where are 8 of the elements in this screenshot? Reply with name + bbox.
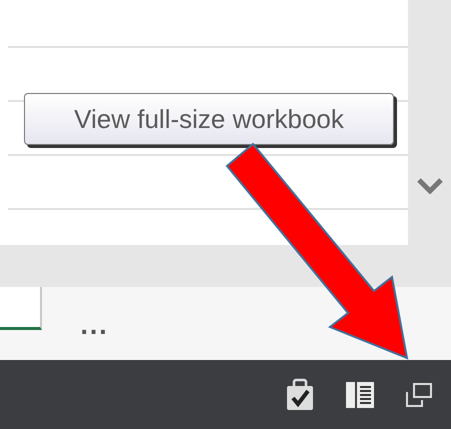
more-sheets-button[interactable]: ... xyxy=(78,315,110,340)
scrollbar[interactable] xyxy=(408,0,451,245)
chevron-down-icon[interactable] xyxy=(416,178,442,194)
sheet-tab[interactable] xyxy=(0,287,42,330)
restore-window-icon xyxy=(405,382,433,408)
reading-view-icon xyxy=(345,380,375,408)
tooltip: View full-size workbook xyxy=(24,93,394,145)
clipboard-check-icon xyxy=(285,378,315,412)
